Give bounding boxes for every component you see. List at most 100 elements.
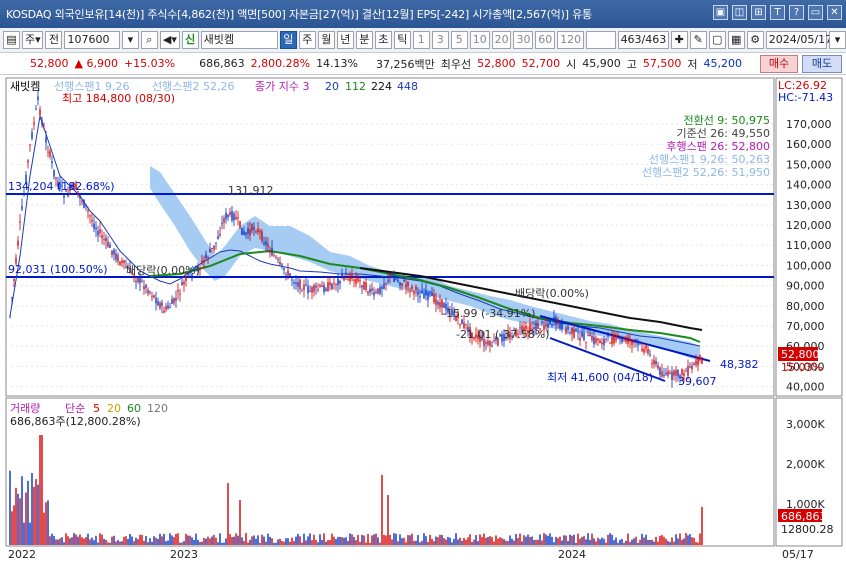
interval-60[interactable]: 60 [535,31,556,49]
chart-area[interactable]: 새빗켐 선행스팬1 9,26 선행스팬2 52,26 종가 지수 3 20 11… [0,76,846,564]
candle-body [563,322,565,324]
volume-bar [695,542,697,545]
help-icon[interactable]: ? [789,5,804,20]
date-dropdown-icon[interactable]: ▾ [829,31,846,49]
text-size-icon[interactable]: T [770,5,785,20]
candle-body [335,283,337,285]
ichimoku-conversion: 전환선 9: 50,975 [683,114,770,127]
volume-bar [297,533,299,545]
candle-body [345,272,347,275]
candle-body [575,329,577,331]
volume-bar [427,542,429,545]
link-icon[interactable]: ▣ [713,5,728,20]
volume-bar [507,540,509,545]
settings-icon[interactable]: ⚙ [746,31,764,49]
candle-body [697,356,699,366]
volume-legend-5: 5 [93,402,100,415]
date-field[interactable]: 2024/05/17 [765,31,832,49]
volume-bar [691,537,693,545]
code-dropdown-icon[interactable]: ▾ [121,31,139,49]
search-icon[interactable]: ⌕ [140,31,158,49]
buy-button[interactable]: 매수 [760,55,798,73]
interval-dropdown[interactable] [585,31,616,49]
candle-body [177,290,179,292]
candle-body [145,284,147,288]
volume-bar [211,536,213,545]
volume-bar [37,484,39,545]
volume-bar [355,540,357,545]
candle-body [567,327,569,329]
candle-body [203,259,205,262]
candle-body [665,372,667,375]
period-monthly[interactable]: 월 [317,31,335,49]
volume-bar [175,533,177,545]
candle-body [603,339,605,346]
volume-bar [331,533,333,545]
menu-icon[interactable]: ▤ [3,31,20,49]
period-daily[interactable]: 일 [279,31,297,49]
minimize-icon[interactable]: ▭ [808,5,823,20]
volume-bar [597,537,599,545]
interval-1[interactable]: 1 [412,31,430,49]
volume-bar [575,542,577,545]
close-icon[interactable]: ✕ [827,5,842,20]
grid-icon[interactable]: ▦ [727,31,745,49]
candle-body [207,257,209,259]
volume-bar [101,534,103,545]
volume-bar [363,535,365,545]
volume-bar [387,495,389,545]
candle-body [211,247,213,249]
chevron-down-icon: ▾ [35,33,41,46]
volume-bar [393,533,395,545]
draw-icon[interactable]: ✎ [689,31,707,49]
candle-body [425,289,427,296]
period-tick[interactable]: 틱 [393,31,411,49]
candle-body [219,233,221,236]
pin-icon[interactable]: ⊞ [751,5,766,20]
volume-bar [341,537,343,545]
volume-bar [285,538,287,545]
crosshair-icon[interactable]: ✚ [670,31,688,49]
volume-bar [55,539,57,545]
bar-counter-value: 463 [620,33,642,46]
period-minute[interactable]: 분 [355,31,373,49]
interval-120[interactable]: 120 [557,31,584,49]
interval-5[interactable]: 5 [450,31,468,49]
volume-bar [347,540,349,545]
pref-ask: 52,800 [477,57,516,70]
candle-body [121,260,123,263]
volume-bar [685,533,687,545]
volume-bar [525,536,527,545]
candle-body [647,348,649,354]
volume-bar [35,479,37,545]
candle-body [545,324,547,326]
volume-bar [509,535,511,545]
volume-bar [251,536,253,545]
price-axis-label: 70,000 [786,320,825,333]
volume-bar [213,534,215,545]
candle-body [323,284,325,292]
period-weekly[interactable]: 주 [298,31,316,49]
sell-button[interactable]: 매도 [802,55,842,73]
stock-name-field[interactable]: 새빗켐 [200,31,278,49]
interval-30[interactable]: 30 [513,31,534,49]
candle-body [9,315,11,317]
interval-20[interactable]: 20 [491,31,512,49]
volume-bar [643,537,645,545]
save-icon[interactable]: ▢ [708,31,726,49]
prev-button[interactable]: 전 [45,31,63,49]
speaker-icon[interactable]: ◀▾ [159,31,180,49]
candle-body [31,132,33,139]
candle-body [617,334,619,336]
interval-3[interactable]: 3 [431,31,449,49]
volume-bar [385,535,387,545]
period-yearly[interactable]: 년 [336,31,354,49]
split-icon[interactable]: ◫ [732,5,747,20]
chart-svg[interactable]: 새빗켐 선행스팬1 9,26 선행스팬2 52,26 종가 지수 3 20 11… [0,76,846,564]
interval-10[interactable]: 10 [469,31,490,49]
candle-body [221,223,223,225]
stock-code-input[interactable]: 107600 [64,31,120,49]
period-second[interactable]: 초 [374,31,392,49]
volume-bar [191,537,193,545]
market-select[interactable]: 주▾ [22,31,44,49]
